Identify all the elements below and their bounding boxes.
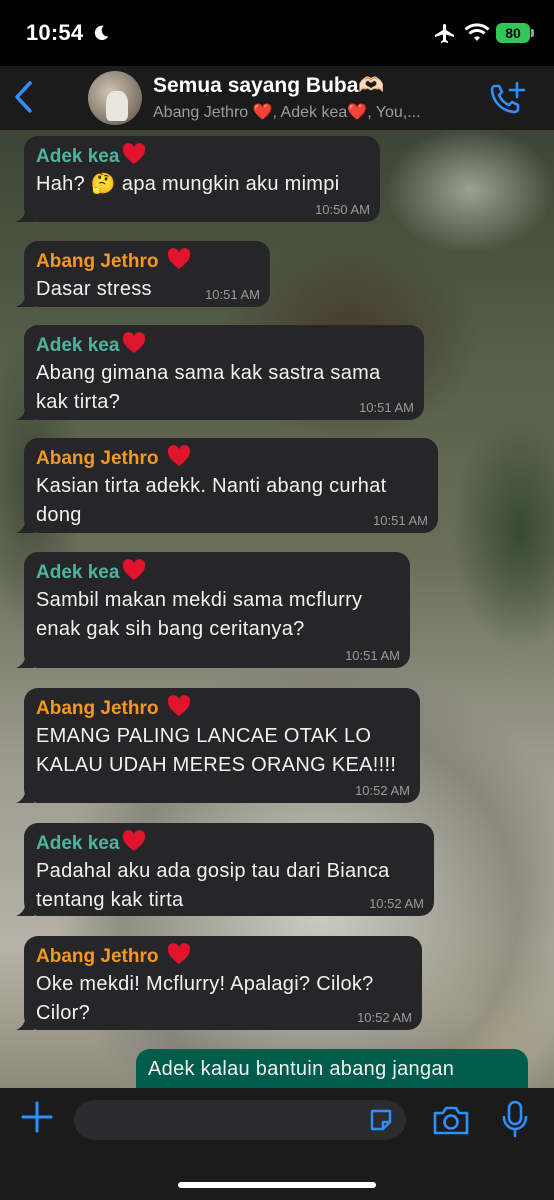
- message-text: Adek kalau bantuin abang jangan: [148, 1058, 455, 1080]
- message-text: Hah? 🤔 apa mungkin aku mimpi: [36, 173, 340, 195]
- message-text: Abang gimana sama kak sastra sama kak ti…: [36, 362, 381, 413]
- bubble-tail: [16, 898, 34, 916]
- message-time: 10:51 AM: [205, 287, 260, 302]
- message-time: 10:51 AM: [345, 648, 400, 663]
- sender-name: Abang Jethro: [36, 248, 258, 275]
- message-bubble[interactable]: Abang Jethro Kasian tirta adekk. Nanti a…: [16, 438, 438, 533]
- group-title[interactable]: Semua sayang Buba🫶🏻: [153, 74, 385, 98]
- message-text: EMANG PALING LANCAE OTAK LO KALAU UDAH M…: [36, 725, 397, 776]
- heart-emoji-icon: [123, 143, 146, 164]
- group-members[interactable]: Abang Jethro ❤️, Adek kea❤️, You,...: [153, 102, 421, 122]
- chevron-left-icon[interactable]: [10, 78, 36, 116]
- bubble-tail: [16, 515, 34, 533]
- message-bubble[interactable]: Abang Jethro EMANG PALING LANCAE OTAK LO…: [16, 688, 420, 803]
- heart-emoji-icon: [167, 943, 190, 964]
- message-bubble[interactable]: Adek kea Padahal aku ada gosip tau dari …: [16, 823, 434, 916]
- microphone-icon[interactable]: [501, 1100, 529, 1138]
- bubble-tail: [16, 402, 34, 420]
- sender-name: Abang Jethro: [36, 445, 426, 472]
- sender-name: Adek kea: [36, 830, 422, 857]
- bubble-tail: [16, 785, 34, 803]
- heart-emoji-icon: [167, 248, 190, 269]
- sender-name: Abang Jethro: [36, 943, 410, 970]
- home-indicator[interactable]: [178, 1182, 376, 1188]
- sender-name: Adek kea: [36, 143, 368, 170]
- message-bubble[interactable]: Adek kea Sambil makan mekdi sama mcflurr…: [16, 552, 410, 668]
- bubble-tail: [16, 289, 34, 307]
- message-time: 10:52 AM: [355, 783, 410, 798]
- sender-name: Adek kea: [36, 559, 398, 586]
- message-text: Kasian tirta adekk. Nanti abang curhat d…: [36, 475, 387, 526]
- message-time: 10:51 AM: [359, 400, 414, 415]
- battery-indicator: 80: [496, 23, 530, 43]
- battery-nub: [531, 29, 534, 37]
- status-bar: 10:54 80: [0, 0, 554, 66]
- sticker-icon[interactable]: [368, 1107, 394, 1133]
- message-time: 10:52 AM: [369, 896, 424, 911]
- message-time: 10:51 AM: [373, 513, 428, 528]
- battery-level: 80: [505, 25, 521, 41]
- sender-name: Adek kea: [36, 332, 412, 359]
- message-text: Oke mekdi! Mcflurry! Apalagi? Cilok? Cil…: [36, 973, 374, 1024]
- status-time: 10:54: [26, 20, 84, 45]
- message-bubble[interactable]: Adek kea Hah? 🤔 apa mungkin aku mimpi 10…: [16, 136, 380, 222]
- heart-emoji-icon: [123, 559, 146, 580]
- message-time: 10:50 AM: [315, 202, 370, 217]
- sender-name: Abang Jethro: [36, 695, 408, 722]
- add-call-icon[interactable]: [488, 80, 528, 116]
- message-bubble[interactable]: Adek kea Abang gimana sama kak sastra sa…: [16, 325, 424, 420]
- message-time: 10:52 AM: [357, 1010, 412, 1025]
- plus-icon[interactable]: [20, 1100, 54, 1134]
- chat-header: Semua sayang Buba🫶🏻 Abang Jethro ❤️, Ade…: [0, 66, 554, 130]
- heart-emoji-icon: [123, 830, 146, 851]
- heart-emoji-icon: [167, 445, 190, 466]
- message-bubble[interactable]: Abang Jethro Oke mekdi! Mcflurry! Apalag…: [16, 936, 422, 1030]
- message-input[interactable]: [74, 1100, 406, 1140]
- airplane-icon: [435, 24, 454, 43]
- heart-emoji-icon: [123, 332, 146, 353]
- message-text: Sambil makan mekdi sama mcflurry enak ga…: [36, 589, 363, 640]
- message-text: Padahal aku ada gosip tau dari Bianca te…: [36, 860, 390, 911]
- heart-emoji-icon: [167, 695, 190, 716]
- bubble-tail: [16, 650, 34, 668]
- wifi-icon: [464, 23, 490, 41]
- moon-icon: [94, 25, 109, 41]
- camera-icon[interactable]: [432, 1104, 470, 1136]
- group-avatar[interactable]: [88, 71, 142, 125]
- bubble-tail: [16, 204, 34, 222]
- bubble-tail: [16, 1012, 34, 1030]
- message-bubble[interactable]: Abang Jethro Dasar stress 10:51 AM: [16, 241, 270, 307]
